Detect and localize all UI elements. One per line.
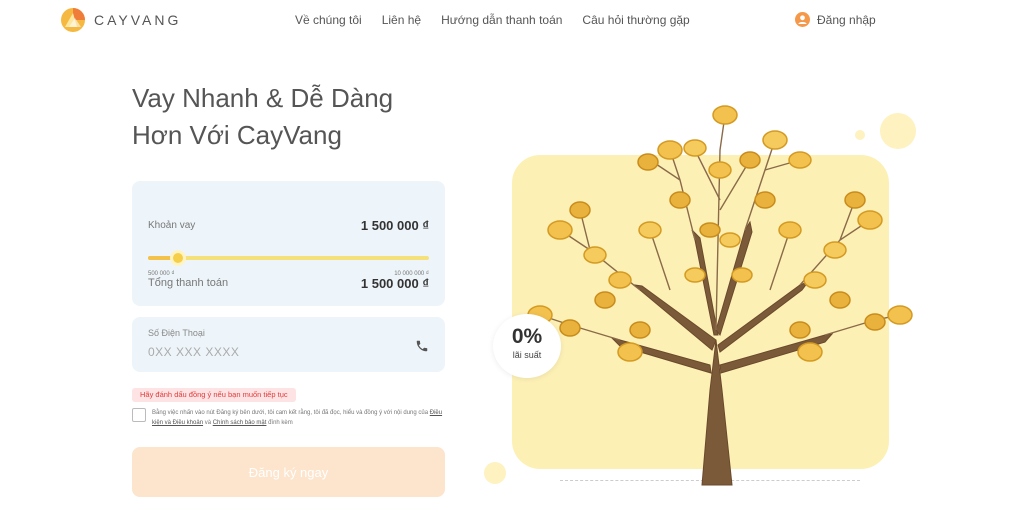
nav-faq[interactable]: Câu hỏi thường gặp	[582, 13, 689, 27]
total-payment-label: Tổng thanh toán	[148, 277, 229, 289]
phone-icon	[415, 339, 429, 353]
money-tree-illustration	[527, 105, 913, 486]
phone-input[interactable]	[148, 345, 398, 359]
hero-title: Vay Nhanh & Dễ Dàng Hơn Với CayVang	[132, 80, 452, 154]
hero-title-line2: Hơn Với CayVang	[132, 120, 342, 150]
total-payment-amount: 1 500 000 ₫	[360, 276, 429, 291]
login-button[interactable]: Đăng nhập	[795, 12, 876, 27]
loan-slider-track[interactable]	[148, 256, 429, 260]
register-button[interactable]: Đăng ký ngay	[132, 447, 445, 497]
phone-card: Số Điện Thoại	[132, 317, 445, 372]
privacy-link[interactable]: Chính sách bảo mật	[213, 420, 267, 426]
user-icon	[795, 12, 810, 27]
loan-label: Khoản vay	[148, 220, 196, 231]
logo-icon	[60, 7, 86, 33]
interest-rate-value: 0%	[511, 325, 543, 348]
nav-about[interactable]: Về chúng tôi	[295, 13, 362, 27]
agreement-checkbox[interactable]	[132, 408, 146, 422]
loan-slider-thumb[interactable]	[169, 250, 186, 266]
agreement-warning: Hãy đánh dấu đồng ý nếu bạn muốn tiếp tụ…	[132, 388, 296, 402]
agreement-text-after: đính kèm	[266, 420, 293, 426]
agreement-text: Bằng việc nhấn vào nút Đăng ký bên dưới,…	[152, 408, 444, 428]
brand-name: CAYVANG	[94, 12, 182, 28]
login-label: Đăng nhập	[817, 12, 876, 27]
agreement-text-middle: và	[203, 420, 213, 426]
header: CAYVANG Về chúng tôi Liên hệ Hướng dẫn t…	[0, 0, 1024, 42]
loan-card: Khoản vay 1 500 000 ₫ 500 000 ₫ 10 000 0…	[132, 181, 445, 306]
nav-contact[interactable]: Liên hệ	[382, 13, 421, 27]
logo[interactable]: CAYVANG	[60, 7, 181, 33]
agreement-text-before: Bằng việc nhấn vào nút Đăng ký bên dưới,…	[152, 410, 430, 416]
main-nav: Về chúng tôi Liên hệ Hướng dẫn thanh toá…	[295, 13, 710, 27]
interest-rate-label: lãi suất	[512, 350, 542, 360]
hero-title-line1: Vay Nhanh & Dễ Dàng	[132, 83, 394, 113]
loan-amount: 1 500 000 ₫	[360, 218, 429, 233]
nav-payment-guide[interactable]: Hướng dẫn thanh toán	[441, 13, 562, 27]
phone-label: Số Điện Thoại	[148, 328, 205, 338]
interest-rate-badge: 0% lãi suất	[493, 314, 561, 378]
